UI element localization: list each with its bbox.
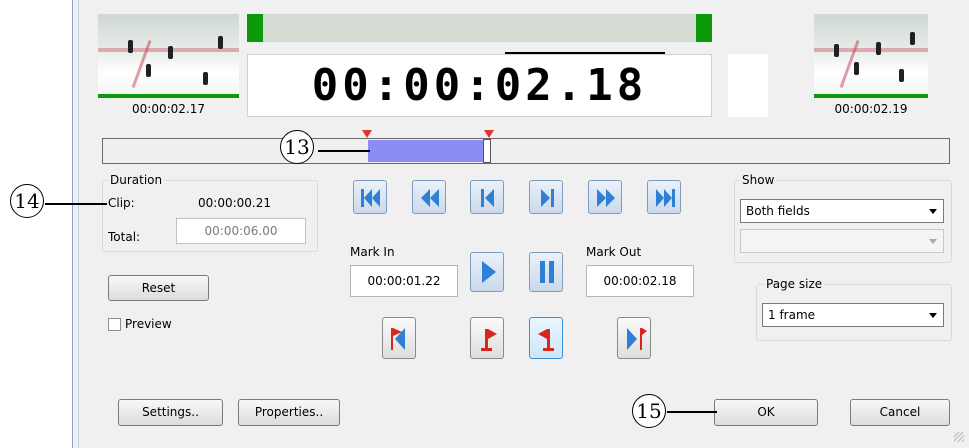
pause-icon	[540, 261, 554, 283]
chevron-down-icon	[929, 239, 937, 244]
settings-button[interactable]: Settings..	[118, 399, 223, 426]
fast-rewind-button[interactable]	[412, 180, 446, 214]
next-frame-timecode: 00:00:02.19	[834, 102, 908, 116]
go-to-start-button[interactable]	[353, 180, 387, 214]
next-frame-thumbnail	[814, 14, 928, 98]
page-size-dropdown[interactable]: 1 frame	[762, 303, 944, 327]
play-icon	[482, 261, 496, 283]
show-dropdown[interactable]: Both fields	[740, 199, 944, 223]
current-timecode: 00:00:02.18	[247, 54, 712, 117]
set-mark-in-icon	[481, 329, 497, 351]
page-size-title: Page size	[764, 277, 825, 291]
ok-button[interactable]: OK	[714, 399, 818, 426]
previous-frame-timecode: 00:00:02.17	[132, 102, 205, 116]
cancel-button[interactable]: Cancel	[850, 399, 950, 426]
chevron-down-icon	[929, 313, 937, 318]
callout-13: 13	[280, 130, 314, 164]
total-duration-field: 00:00:06.00	[176, 218, 306, 244]
next-frame-button[interactable]	[529, 180, 563, 214]
mark-in-field[interactable]: 00:00:01.22	[350, 265, 458, 297]
show-dropdown-value: Both fields	[746, 204, 810, 218]
go-to-mark-in-button[interactable]	[382, 317, 416, 359]
preview-spacer	[728, 54, 768, 117]
preview-checkbox-label: Preview	[125, 317, 172, 331]
dialog-border-line	[78, 0, 79, 448]
timeline-bar[interactable]	[102, 138, 950, 164]
mark-out-field[interactable]: 00:00:02.18	[586, 265, 694, 297]
go-to-mark-out-button[interactable]	[617, 317, 651, 359]
callout-15-leader	[667, 411, 717, 413]
previous-frame-icon	[481, 189, 494, 207]
set-mark-out-button[interactable]	[529, 317, 563, 359]
callout-13-leader	[318, 150, 370, 152]
callout-15: 15	[632, 394, 666, 428]
go-to-mark-in-icon	[391, 328, 405, 350]
mark-in-marker-icon[interactable]	[362, 130, 372, 138]
current-frame-preview	[247, 14, 712, 42]
fast-rewind-icon	[421, 189, 439, 207]
total-label: Total:	[108, 230, 141, 244]
go-to-start-icon	[361, 189, 380, 207]
mark-out-label: Mark Out	[586, 245, 642, 259]
timeline-selection[interactable]	[368, 140, 485, 162]
mark-in-label: Mark In	[350, 245, 395, 259]
callout-14: 14	[10, 184, 44, 218]
clip-duration-value: 00:00:00.21	[198, 196, 271, 210]
duration-title: Duration	[108, 173, 165, 187]
show-secondary-dropdown	[740, 229, 944, 253]
reset-button[interactable]: Reset	[108, 275, 209, 301]
show-title: Show	[740, 173, 777, 187]
clip-label: Clip:	[108, 196, 135, 210]
play-button[interactable]	[470, 252, 504, 292]
pause-button[interactable]	[529, 252, 563, 292]
go-to-end-icon	[656, 189, 675, 207]
fast-forward-icon	[597, 189, 615, 207]
fast-forward-button[interactable]	[588, 180, 622, 214]
chevron-down-icon	[929, 209, 937, 214]
previous-frame-thumbnail	[98, 14, 239, 98]
mark-out-marker-icon[interactable]	[484, 130, 494, 138]
callout-14-leader	[45, 203, 107, 205]
preview-checkbox[interactable]	[108, 318, 121, 331]
resize-grip-icon[interactable]	[954, 432, 964, 442]
go-to-mark-out-icon	[627, 328, 647, 350]
page-size-value: 1 frame	[768, 308, 816, 322]
next-frame-icon	[541, 189, 554, 207]
set-mark-out-icon	[538, 329, 554, 351]
previous-frame-button[interactable]	[470, 180, 504, 214]
timeline-cursor[interactable]	[483, 139, 491, 163]
properties-button[interactable]: Properties..	[238, 399, 340, 426]
set-mark-in-button[interactable]	[470, 317, 504, 359]
go-to-end-button[interactable]	[647, 180, 681, 214]
